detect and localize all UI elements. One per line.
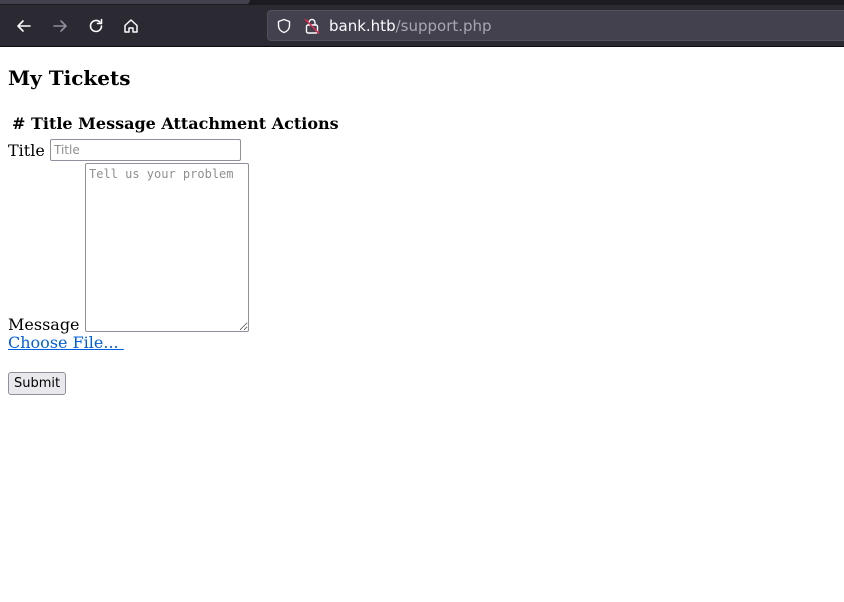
browser-toolbar: bank.htb/support.php: [0, 0, 844, 47]
title-label: Title: [8, 141, 45, 160]
title-input[interactable]: [50, 139, 241, 161]
page-content: My Tickets # Title Message Attachment Ac…: [0, 47, 844, 602]
active-tab-edge[interactable]: [0, 0, 250, 4]
address-bar[interactable]: bank.htb/support.php: [267, 10, 844, 41]
back-arrow-icon: [17, 20, 31, 32]
submit-button[interactable]: Submit: [8, 372, 67, 395]
home-icon: [124, 19, 138, 33]
message-textarea[interactable]: [85, 163, 249, 332]
forward-arrow-icon: [53, 20, 67, 32]
forward-button[interactable]: [47, 13, 73, 39]
back-button[interactable]: [11, 13, 37, 39]
choose-file-button[interactable]: Choose File...: [8, 333, 124, 353]
url-host: bank.htb: [329, 17, 396, 35]
message-label: Message: [8, 315, 80, 334]
lock-insecure-icon[interactable]: [304, 17, 320, 35]
home-button[interactable]: [118, 13, 144, 39]
tickets-table-header: # Title Message Attachment Actions: [12, 114, 339, 133]
reload-button[interactable]: [83, 13, 109, 39]
page-title: My Tickets: [8, 66, 131, 90]
reload-icon: [89, 18, 103, 33]
url-path: /support.php: [395, 17, 492, 35]
url-text[interactable]: bank.htb/support.php: [329, 16, 492, 36]
shield-icon[interactable]: [276, 18, 292, 34]
